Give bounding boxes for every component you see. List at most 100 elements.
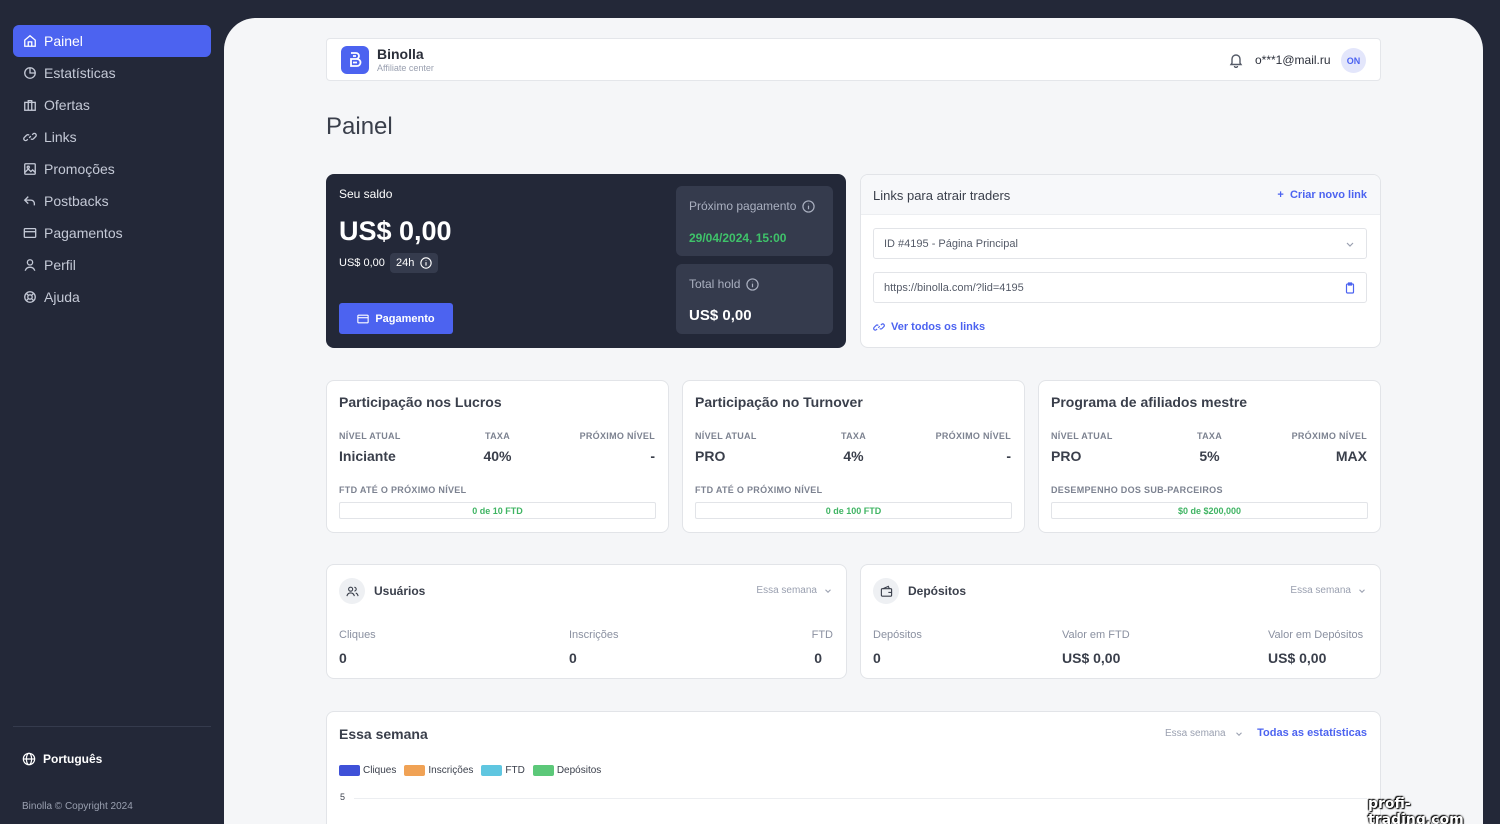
info-icon[interactable] — [802, 199, 816, 213]
legend-swatch — [481, 765, 503, 776]
watermark: profi-trading.com — [1368, 796, 1464, 824]
level-title: Participação nos Lucros — [339, 394, 502, 410]
total-hold-label: Total hold — [689, 277, 741, 291]
legend-swatch — [532, 765, 554, 776]
level-col-header: TAXA — [840, 431, 867, 441]
legend-item[interactable]: Depósitos — [532, 765, 601, 776]
next-level: - — [650, 448, 655, 464]
period-badge[interactable]: 24h — [390, 253, 439, 273]
total-hold-box: Total hold US$ 0,00 — [676, 264, 833, 334]
link-url-field[interactable]: https://binolla.com/?lid=4195 — [873, 272, 1367, 303]
progress-label: DESEMPENHO DOS SUB-PARCEIROS — [1051, 485, 1223, 495]
weekly-period-select[interactable]: Essa semana — [1165, 728, 1244, 739]
next-payment-box: Próximo pagamento 29/04/2024, 15:00 — [676, 186, 833, 256]
users-period-select[interactable]: Essa semana — [756, 585, 833, 596]
users-period-label: Essa semana — [756, 585, 817, 596]
users-icon — [345, 586, 359, 596]
legend-item[interactable]: FTD — [481, 765, 525, 776]
current-level: Iniciante — [339, 448, 396, 464]
deposits-period-select[interactable]: Essa semana — [1290, 585, 1367, 596]
sidebar-item-ajuda[interactable]: Ajuda — [13, 281, 211, 313]
legend-label: Inscrições — [428, 765, 474, 776]
link-select[interactable]: ID #4195 - Página Principal — [873, 228, 1367, 259]
avatar[interactable]: ON — [1341, 48, 1366, 73]
language-selector[interactable]: Português — [22, 752, 102, 766]
legend-label: Cliques — [363, 765, 397, 776]
level-card-profit: Participação nos Lucros NÍVEL ATUAL TAXA… — [326, 380, 669, 533]
sidebar-item-painel[interactable]: Painel — [13, 25, 211, 57]
sidebar-item-perfil[interactable]: Perfil — [13, 249, 211, 281]
sidebar-item-postbacks[interactable]: Postbacks — [13, 185, 211, 217]
credit-card-icon — [357, 314, 370, 323]
payment-button[interactable]: Pagamento — [339, 303, 453, 334]
sidebar-item-label: Estatísticas — [44, 65, 116, 81]
deposits-period-label: Essa semana — [1290, 585, 1351, 596]
create-link-button[interactable]: + Criar novo link — [1277, 189, 1367, 201]
current-level: PRO — [1051, 448, 1082, 464]
links-card: Links para atrair traders + Criar novo l… — [860, 174, 1381, 348]
all-statistics-link[interactable]: Todas as estatísticas — [1257, 727, 1367, 739]
sidebar-item-promocoes[interactable]: Promoções — [13, 153, 211, 185]
credit-card-icon — [23, 227, 37, 239]
next-payment-label-wrap: Próximo pagamento — [689, 199, 816, 213]
weekly-title: Essa semana — [339, 726, 428, 742]
reply-icon — [23, 196, 36, 206]
sidebar-item-links[interactable]: Links — [13, 121, 211, 153]
grid-line — [354, 798, 1367, 799]
payment-button-label: Pagamento — [375, 312, 435, 325]
sidebar-item-pagamentos[interactable]: Pagamentos — [13, 217, 211, 249]
sidebar-item-estatisticas[interactable]: Estatísticas — [13, 57, 211, 89]
view-all-links[interactable]: Ver todos os links — [873, 321, 985, 333]
legend-item[interactable]: Inscrições — [404, 765, 473, 776]
pie-chart-icon — [24, 67, 36, 79]
level-col-header: NÍVEL ATUAL — [1051, 431, 1113, 441]
stat-label: Depósitos — [873, 629, 922, 641]
level-card-master: Programa de afiliados mestre NÍVEL ATUAL… — [1038, 380, 1381, 533]
legend-label: FTD — [505, 765, 525, 776]
image-icon — [24, 163, 36, 175]
main-content: Binolla Affiliate center o***1@mail.ru O… — [224, 18, 1483, 824]
y-axis-tick: 5 — [340, 792, 346, 802]
weekly-chart-card: Essa semana Essa semana Todas as estatís… — [326, 711, 1381, 824]
sidebar-nav: Painel Estatísticas Ofertas Links Promoç… — [13, 25, 211, 313]
users-title: Usuários — [374, 584, 426, 598]
sidebar-item-ofertas[interactable]: Ofertas — [13, 89, 211, 121]
create-link-label: Criar novo link — [1289, 189, 1367, 201]
bell-icon[interactable] — [1228, 52, 1244, 68]
total-hold-label-wrap: Total hold — [689, 277, 760, 291]
level-col-header: PRÓXIMO NÍVEL — [579, 431, 655, 441]
sidebar-item-label: Pagamentos — [44, 225, 123, 241]
sidebar-item-label: Painel — [44, 33, 83, 49]
legend-item[interactable]: Cliques — [339, 765, 396, 776]
deposits-card: Depósitos Essa semana Depósitos 0 Valor … — [860, 564, 1381, 679]
brand-name: Binolla — [377, 46, 424, 62]
level-col-header: PRÓXIMO NÍVEL — [935, 431, 1011, 441]
chevron-down-icon — [1346, 242, 1354, 247]
links-card-header: Links para atrair traders + Criar novo l… — [861, 175, 1380, 215]
copy-icon[interactable] — [1344, 282, 1356, 294]
users-icon-wrap — [339, 578, 365, 604]
rate-value: 4% — [843, 448, 864, 464]
globe-icon — [22, 752, 36, 766]
binolla-logo[interactable] — [341, 46, 369, 74]
sidebar-item-label: Promoções — [44, 161, 115, 177]
period-label: 24h — [396, 257, 415, 269]
sidebar-item-label: Perfil — [44, 257, 76, 273]
balance-small-value: US$ 0,00 — [339, 257, 385, 269]
next-payment-date: 29/04/2024, 15:00 — [689, 231, 787, 245]
stat-label: Cliques — [339, 629, 376, 641]
home-icon — [24, 34, 36, 47]
sidebar-divider — [13, 726, 211, 727]
level-col-header: TAXA — [484, 431, 511, 441]
stat-label: Valor em Depósitos — [1268, 629, 1364, 641]
info-icon[interactable] — [746, 277, 760, 291]
wallet-icon — [880, 585, 892, 597]
stat-value: US$ 0,00 — [1268, 650, 1327, 666]
level-title: Participação no Turnover — [695, 394, 863, 410]
chevron-down-icon — [1359, 588, 1365, 593]
stat-value: 0 — [339, 650, 347, 666]
brand-subtitle: Affiliate center — [377, 63, 434, 73]
sidebar: Painel Estatísticas Ofertas Links Promoç… — [0, 0, 224, 824]
wallet-icon-wrap — [873, 578, 899, 604]
user-email[interactable]: o***1@mail.ru — [1255, 53, 1331, 67]
